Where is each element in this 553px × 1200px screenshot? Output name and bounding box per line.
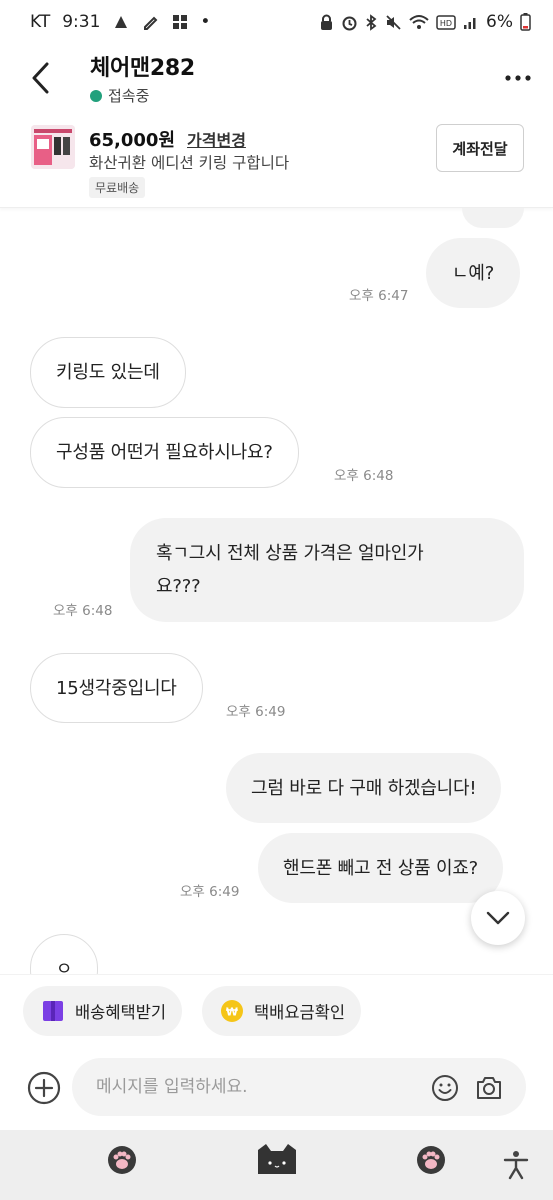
- message-line: 요???: [156, 576, 201, 597]
- svg-text:HD: HD: [440, 19, 452, 28]
- signal-icon: [464, 18, 476, 29]
- product-bar[interactable]: 65,000원 가격변경 화산귀환 에디션 키링 구합니다 무료배송 계좌전달: [0, 116, 553, 208]
- send-account-button[interactable]: 계좌전달: [436, 124, 524, 172]
- gift-box-icon: [43, 1001, 63, 1021]
- online-status: 접속중: [90, 85, 483, 106]
- chip-label: 택배요금확인: [254, 1003, 346, 1022]
- more-options-button[interactable]: [483, 44, 553, 112]
- message-bubble: 15생각중입니다: [30, 653, 203, 723]
- status-left: KT 9:31 •: [30, 12, 210, 32]
- composer: [0, 1046, 553, 1130]
- camera-button[interactable]: [474, 1073, 504, 1103]
- scroll-to-bottom-button[interactable]: [471, 891, 525, 945]
- mute-icon: [386, 14, 401, 30]
- status-right: HD 6%: [319, 12, 531, 32]
- camera-icon: [477, 1077, 501, 1099]
- shipping-benefit-chip[interactable]: 배송혜택받기: [23, 986, 183, 1036]
- battery-icon: [520, 13, 531, 31]
- smiley-icon: [432, 1075, 458, 1101]
- won-coin-icon: ₩: [221, 1000, 243, 1022]
- quick-actions-bar: 배송혜택받기 ₩ 택배요금확인: [0, 974, 553, 1046]
- nav-right-button[interactable]: [415, 1144, 447, 1180]
- clock: 9:31: [62, 12, 101, 32]
- message-line: 혹ㄱ그시 전체 상품 가격은 얼마인가: [156, 543, 424, 564]
- svg-text:₩: ₩: [226, 1006, 238, 1019]
- pencil-icon: [144, 16, 158, 30]
- message-text: ㅇ: [55, 958, 73, 975]
- message-bubble-partial: [462, 208, 524, 228]
- message-bubble: 구성품 어떤거 필요하시나요?: [30, 417, 299, 488]
- cat-face-icon: [258, 1144, 296, 1174]
- plus-circle-icon: [27, 1071, 61, 1105]
- message-timestamp: 오후 6:48: [53, 603, 113, 619]
- chevron-left-icon: [32, 62, 49, 94]
- product-thumbnail[interactable]: [31, 125, 75, 169]
- carrier-label: KT: [30, 12, 51, 32]
- free-shipping-badge: 무료배송: [89, 177, 146, 198]
- lock-icon: [321, 14, 333, 30]
- nav-home-button[interactable]: [254, 1142, 300, 1180]
- paw-icon: [108, 1146, 136, 1174]
- wifi-icon: [409, 14, 429, 29]
- bluetooth-icon: [366, 13, 377, 31]
- online-dot-icon: [90, 89, 102, 102]
- chevron-down-icon: [486, 911, 510, 925]
- grid-icon: [173, 15, 188, 29]
- more-dots-icon: [505, 75, 531, 81]
- message-bubble: ㅇ: [30, 934, 98, 974]
- chip-label: 배송혜택받기: [75, 1003, 167, 1022]
- message-bubble: 키링도 있는데: [30, 337, 186, 408]
- header-titles: 체어맨282 접속중: [90, 50, 483, 106]
- attach-button[interactable]: [27, 1071, 61, 1105]
- message-bubble: 그럼 바로 다 구매 하겠습니다!: [226, 753, 502, 823]
- message-timestamp: 오후 6:49: [226, 704, 286, 720]
- notification-icon: [115, 16, 128, 28]
- message-timestamp: 오후 6:47: [349, 288, 409, 304]
- hd-icon: HD: [436, 14, 456, 30]
- price-line: 65,000원 가격변경: [89, 126, 246, 152]
- product-title: 화산귀환 에디션 키링 구합니다: [89, 154, 290, 172]
- message-bubble: ㄴ예?: [426, 238, 521, 308]
- back-button[interactable]: [0, 44, 90, 112]
- notification-dot: •: [200, 12, 211, 32]
- status-bar: KT 9:31 • HD 6%: [0, 0, 553, 44]
- message-bubble: 혹ㄱ그시 전체 상품 가격은 얼마인가 요???: [130, 518, 524, 622]
- online-status-label: 접속중: [108, 87, 150, 105]
- battery-percent: 6%: [486, 12, 513, 32]
- chat-messages[interactable]: ㄴ예? 오후 6:47 키링도 있는데 구성품 어떤거 필요하시나요? 오후 6…: [0, 208, 553, 974]
- message-timestamp: 오후 6:48: [334, 468, 394, 484]
- accessibility-icon: [503, 1151, 529, 1180]
- partner-name: 체어맨282: [90, 56, 195, 81]
- product-price: 65,000원: [89, 130, 176, 151]
- paw-icon: [417, 1146, 445, 1174]
- alarm-icon: [342, 16, 357, 30]
- emoji-button[interactable]: [430, 1073, 460, 1103]
- shipping-fee-chip[interactable]: ₩ 택배요금확인: [202, 986, 362, 1036]
- system-nav-bar: [0, 1130, 553, 1200]
- message-timestamp: 오후 6:49: [180, 884, 240, 900]
- price-change-link[interactable]: 가격변경: [187, 127, 246, 151]
- accessibility-button[interactable]: [503, 1150, 529, 1184]
- nav-left-button[interactable]: [106, 1144, 138, 1180]
- chat-header: 체어맨282 접속중: [0, 44, 553, 112]
- message-bubble: 핸드폰 빼고 전 상품 이죠?: [258, 833, 504, 903]
